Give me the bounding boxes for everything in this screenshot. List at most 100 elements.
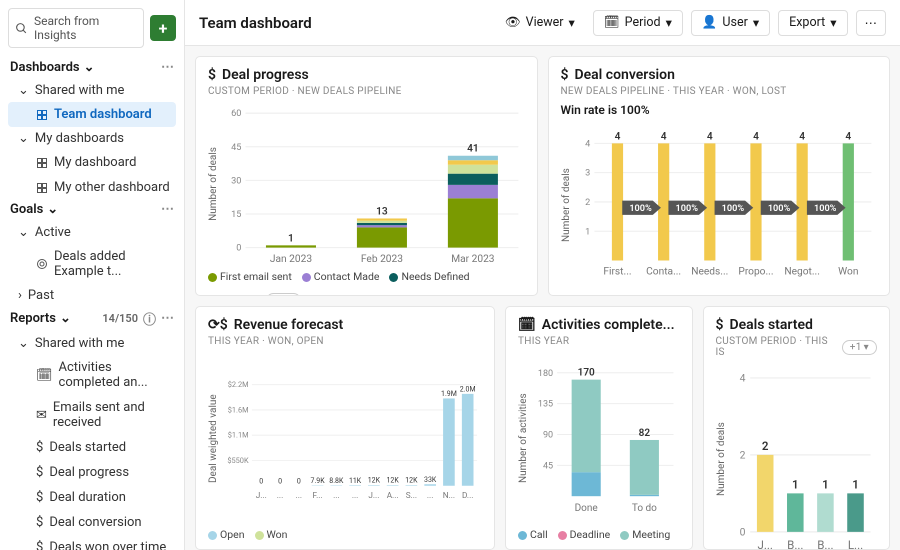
section-reports-header[interactable]: Reports ⌄ 14/150 ⓘ ⋯ <box>8 307 176 332</box>
sidebar-item-my-dashboard[interactable]: My dashboard <box>8 150 176 175</box>
sidebar-item-my-other-dashboard[interactable]: My other dashboard <box>8 175 176 200</box>
mail-icon: ✉ <box>36 408 47 423</box>
chevron-down-icon: ⌄ <box>18 83 29 98</box>
svg-text:Done: Done <box>575 503 598 514</box>
svg-text:$2.2M: $2.2M <box>228 380 249 389</box>
chevron-down-icon: ▾ <box>864 342 869 353</box>
svg-text:1: 1 <box>791 478 798 492</box>
sidebar-item-team-dashboard[interactable]: Team dashboard <box>8 102 176 127</box>
info-icon[interactable]: ⓘ <box>143 309 156 328</box>
eye-icon: 👁 <box>505 15 521 30</box>
deal-conversion-chart: 12344First...4Conta...4Needs...4Propo...… <box>572 123 878 287</box>
sidebar-item-deals-won-over-time[interactable]: $Deals won over time <box>8 535 176 550</box>
y-axis-label: Number of deals <box>561 123 572 287</box>
chevron-down-icon: ▾ <box>753 15 759 31</box>
svg-text:41: 41 <box>467 144 479 155</box>
chevron-down-icon: ⌄ <box>18 225 29 240</box>
svg-text:1: 1 <box>852 478 859 492</box>
svg-text:135: 135 <box>538 400 553 410</box>
svg-text:0: 0 <box>236 244 241 254</box>
svg-text:B...: B... <box>787 538 803 550</box>
svg-text:Needs...: Needs... <box>691 267 728 278</box>
svg-text:4: 4 <box>614 131 620 142</box>
card-subtitle: NEW DEALS PIPELINE · THIS YEAR · WON, LO… <box>561 86 878 97</box>
sidebar-item-deal-progress[interactable]: $Deal progress <box>8 460 176 485</box>
viewer-dropdown[interactable]: 👁Viewer▾ <box>495 11 585 35</box>
more-icon[interactable]: ⋯ <box>161 202 174 217</box>
svg-text:60: 60 <box>231 109 241 119</box>
svg-text:15: 15 <box>231 210 241 220</box>
svg-text:30: 30 <box>231 176 241 186</box>
sidebar-item-deal-conversion[interactable]: $Deal conversion <box>8 510 176 535</box>
group-past[interactable]: ›Past <box>8 284 176 307</box>
calendar-icon: 🗓 <box>36 368 53 383</box>
section-dashboards-header[interactable]: Dashboards ⌄ ⋯ <box>8 58 176 79</box>
dollar-icon: $ <box>716 317 724 333</box>
group-reports-shared[interactable]: ⌄Shared with me <box>8 332 176 355</box>
sub-more-badge[interactable]: +1▾ <box>842 340 877 355</box>
calendar-icon: 🗓 <box>604 15 620 30</box>
chevron-right-icon: › <box>18 288 22 303</box>
svg-text:...: ... <box>277 491 284 501</box>
svg-text:Won: Won <box>838 267 858 278</box>
legend-more-badge[interactable]: +2▾ <box>266 293 300 296</box>
svg-text:To do: To do <box>632 503 657 514</box>
svg-text:Feb 2023: Feb 2023 <box>361 254 403 265</box>
card-subtitle: CUSTOM PERIOD · NEW DEALS PIPELINE <box>208 86 525 97</box>
add-button[interactable]: + <box>150 15 176 41</box>
export-dropdown[interactable]: Export▾ <box>778 10 847 36</box>
group-active[interactable]: ⌄Active <box>8 221 176 244</box>
svg-text:4: 4 <box>739 371 745 384</box>
more-button[interactable]: ⋯ <box>856 10 887 36</box>
section-goals-header[interactable]: Goals ⌄ ⋯ <box>8 200 176 221</box>
more-icon[interactable]: ⋯ <box>161 311 174 326</box>
svg-text:Conta...: Conta... <box>646 267 681 278</box>
user-icon: 👤 <box>702 15 718 30</box>
sidebar-item-deals-added-example[interactable]: Deals added Example t... <box>8 244 176 284</box>
svg-text:B...: B... <box>817 538 833 550</box>
card-subtitle: THIS YEAR · WON, OPEN <box>208 336 482 347</box>
search-input[interactable]: Search from Insights <box>8 8 144 48</box>
dollar-icon: $ <box>208 67 216 83</box>
sidebar: Search from Insights + Dashboards ⌄ ⋯ ⌄S… <box>0 0 185 550</box>
svg-text:1: 1 <box>585 227 590 237</box>
svg-text:100%: 100% <box>813 204 836 214</box>
deal-progress-chart: 0153045601Jan 202313Feb 202341Mar 2023 <box>219 103 525 266</box>
dollar-icon: $ <box>36 440 43 455</box>
card-deal-progress: $Deal progress CUSTOM PERIOD · NEW DEALS… <box>195 56 538 296</box>
more-icon[interactable]: ⋯ <box>161 60 174 75</box>
svg-text:13: 13 <box>376 206 388 217</box>
svg-text:100%: 100% <box>629 204 652 214</box>
chevron-down-icon: ▾ <box>666 15 672 31</box>
sidebar-item-activities-completed[interactable]: 🗓Activities completed an... <box>8 355 176 395</box>
sidebar-item-deal-duration[interactable]: $Deal duration <box>8 485 176 510</box>
svg-text:S...: S... <box>406 491 417 501</box>
svg-text:4: 4 <box>799 131 805 142</box>
chevron-down-icon: ⌄ <box>84 60 95 75</box>
dollar-icon: $ <box>36 515 43 530</box>
sidebar-item-emails[interactable]: ✉Emails sent and received <box>8 395 176 435</box>
period-dropdown[interactable]: 🗓Period▾ <box>593 10 683 36</box>
group-my-dashboards[interactable]: ⌄My dashboards <box>8 127 176 150</box>
svg-text:A...: A... <box>387 491 399 501</box>
svg-text:Negot...: Negot... <box>784 267 820 278</box>
card-deal-conversion: $Deal conversion NEW DEALS PIPELINE · TH… <box>548 56 891 296</box>
reports-count: 14/150 <box>102 312 138 325</box>
user-dropdown[interactable]: 👤User▾ <box>691 10 770 36</box>
search-icon <box>15 22 28 35</box>
svg-text:33K: 33K <box>424 476 437 484</box>
svg-text:Mar 2023: Mar 2023 <box>451 254 495 265</box>
card-deals-started: $Deals started CUSTOM PERIOD · THIS IS +… <box>703 306 891 550</box>
dollar-icon: $ <box>561 67 569 83</box>
svg-text:90: 90 <box>543 430 553 440</box>
svg-text:1.9M: 1.9M <box>441 390 457 398</box>
svg-text:...: ... <box>296 491 303 501</box>
forecast-icon: ⟳$ <box>208 317 228 333</box>
svg-text:170: 170 <box>578 368 595 379</box>
svg-text:$1.1M: $1.1M <box>228 431 249 440</box>
group-shared-with-me[interactable]: ⌄Shared with me <box>8 79 176 102</box>
svg-text:2: 2 <box>761 439 768 453</box>
svg-text:11K: 11K <box>349 477 362 485</box>
sidebar-item-deals-started[interactable]: $Deals started <box>8 435 176 460</box>
svg-text:First...: First... <box>603 267 631 278</box>
